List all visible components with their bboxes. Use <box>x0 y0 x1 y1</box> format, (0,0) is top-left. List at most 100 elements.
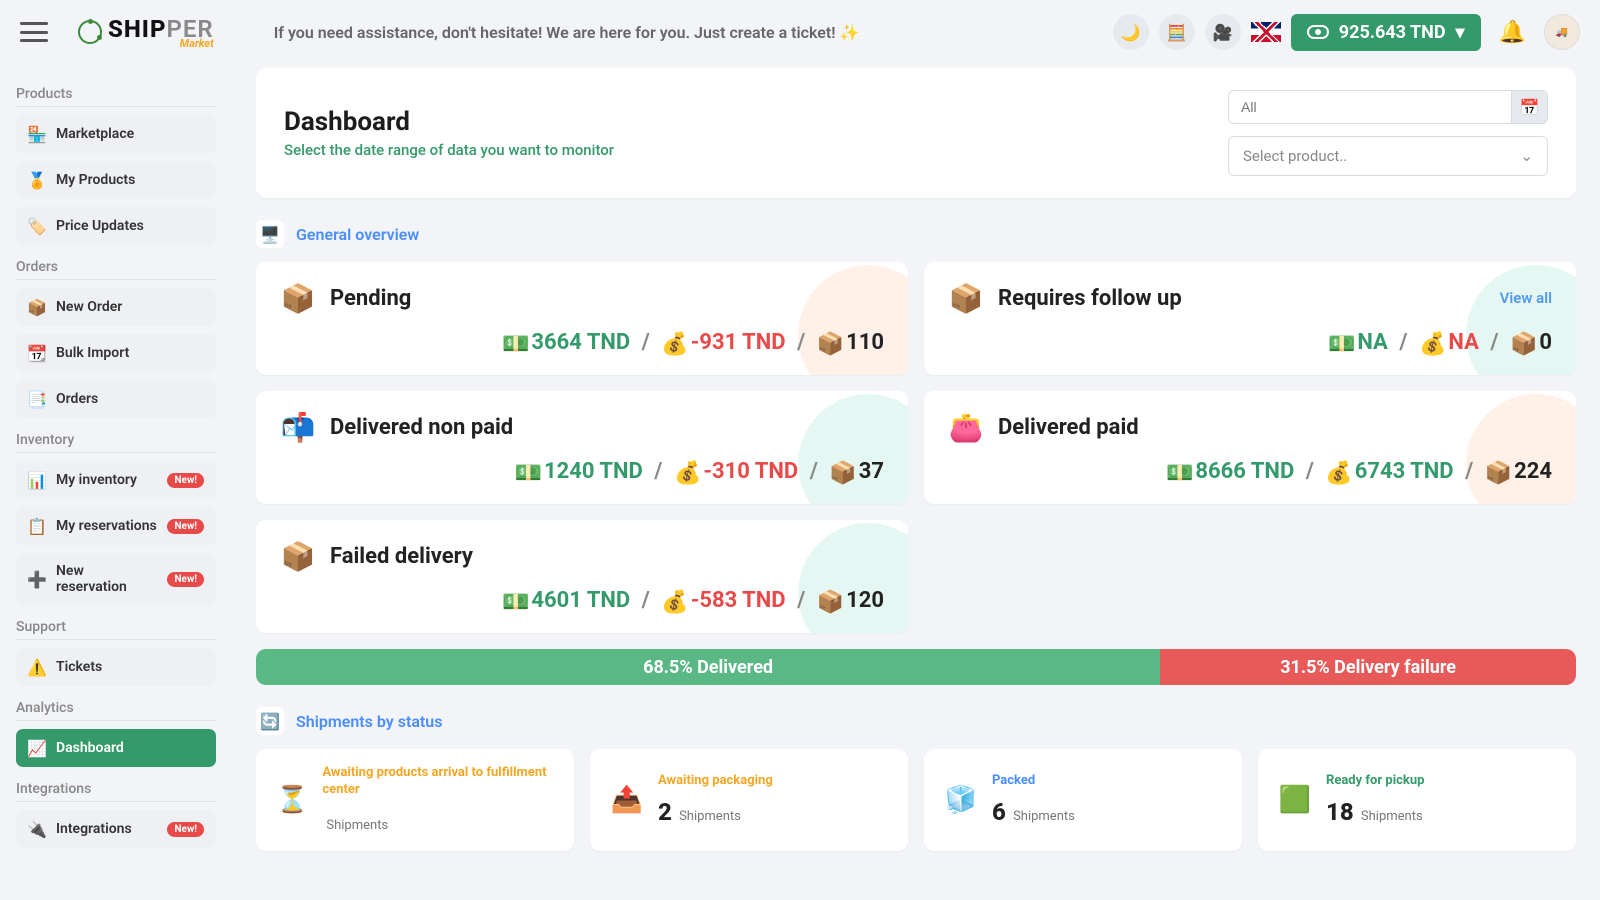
sidebar-group-title: Orders <box>16 259 216 280</box>
language-flag[interactable] <box>1251 22 1281 42</box>
sidebar-item-icon: 📆 <box>28 344 46 362</box>
box-icon: 📦 <box>817 332 844 357</box>
video-icon[interactable]: 🎥 <box>1205 14 1241 50</box>
sidebar-item-orders[interactable]: 📑 Orders <box>16 380 216 418</box>
box-icon: 📦 <box>1485 461 1512 486</box>
sidebar-item-label: Orders <box>56 391 98 407</box>
sidebar-item-integrations[interactable]: 🔌IntegrationsNew! <box>16 810 216 848</box>
dashboard-header: Dashboard Select the date range of data … <box>256 68 1576 198</box>
status-card-awaiting-packaging[interactable]: 📤 Awaiting packaging 2 Shipments <box>590 749 908 851</box>
sidebar-item-bulk-import[interactable]: 📆 Bulk Import <box>16 334 216 372</box>
sidebar-item-icon: 📈 <box>28 739 46 757</box>
card-icon: 📦 <box>280 280 316 316</box>
sidebar-item-my-inventory[interactable]: 📊 My inventory New! <box>16 461 216 499</box>
card-value-1: NA <box>1357 330 1388 355</box>
logo[interactable]: SHIPPER Market <box>78 15 214 50</box>
sidebar-item-my-reservations[interactable]: 📋My reservationsNew! <box>16 507 216 545</box>
sidebar-item-new-reservation[interactable]: ➕ New reservation New! <box>16 553 216 605</box>
new-badge: New! <box>167 519 204 534</box>
product-select[interactable]: Select product.. ⌄ <box>1228 136 1548 176</box>
status-icon: 🟩 <box>1278 785 1312 815</box>
status-card-awaiting-products-arriva[interactable]: ⏳ Awaiting products arrival to fulfillme… <box>256 749 574 851</box>
card-icon: 📬 <box>280 409 316 445</box>
overview-card-delivered-paid[interactable]: 👛 Delivered paid 💵8666 TND / 💰6743 TND /… <box>924 391 1576 504</box>
chevron-down-icon: ▾ <box>1456 22 1465 43</box>
sidebar-item-icon: ➕ <box>28 570 46 588</box>
bag-icon: 💰 <box>1325 461 1352 486</box>
sidebar-item-label: Tickets <box>56 659 102 675</box>
sidebar-item-label: Dashboard <box>56 740 124 756</box>
status-title: Awaiting packaging <box>658 773 773 790</box>
sidebar-item-icon: 📑 <box>28 390 46 408</box>
status-count: 2 <box>658 798 672 826</box>
sidebar-item-dashboard[interactable]: 📈 Dashboard <box>16 729 216 767</box>
status-title: Ready for pickup <box>1326 773 1424 790</box>
status-count: 18 <box>1326 798 1354 826</box>
overview-card-failed-delivery[interactable]: 📦 Failed delivery 💵4601 TND / 💰-583 TND … <box>256 520 908 633</box>
card-title: Delivered non paid <box>330 415 513 440</box>
status-label: Shipments <box>1358 809 1423 824</box>
card-value-3: 0 <box>1539 330 1552 355</box>
box-icon: 📦 <box>817 590 844 615</box>
card-title: Delivered paid <box>998 415 1139 440</box>
sidebar-item-label: My Products <box>56 172 135 188</box>
hamburger-menu[interactable] <box>20 22 48 42</box>
sidebar-item-marketplace[interactable]: 🏪Marketplace <box>16 115 216 153</box>
sidebar-item-label: Bulk Import <box>56 345 129 361</box>
overview-card-delivered-non-paid[interactable]: 📬 Delivered non paid 💵1240 TND / 💰-310 T… <box>256 391 908 504</box>
box-icon: 📦 <box>1510 332 1537 357</box>
sidebar-item-icon: 🔌 <box>28 820 46 838</box>
sidebar-item-icon: 🏷️ <box>28 217 46 235</box>
sidebar-item-label: New Order <box>56 299 122 315</box>
new-badge: New! <box>167 572 204 587</box>
card-title: Failed delivery <box>330 544 473 569</box>
shipments-section-icon: 🔄 <box>256 707 284 735</box>
card-value-3: 110 <box>846 330 884 355</box>
sidebar-group-title: Analytics <box>16 700 216 721</box>
sidebar-item-label: My inventory <box>56 472 137 488</box>
sidebar-group-title: Integrations <box>16 781 216 802</box>
sidebar-item-label: New reservation <box>56 563 157 595</box>
sidebar-item-icon: 📊 <box>28 471 46 489</box>
overview-card-requires-follow-up[interactable]: 📦 Requires follow up View all 💵NA / 💰NA … <box>924 262 1576 375</box>
failure-bar: 31.5% Delivery failure <box>1160 649 1576 685</box>
card-icon: 📦 <box>280 538 316 574</box>
date-filter-input[interactable] <box>1228 90 1512 124</box>
money-icon: 💵 <box>515 461 542 486</box>
theme-toggle-icon[interactable]: 🌙 <box>1113 14 1149 50</box>
status-icon: 📤 <box>610 785 644 815</box>
new-badge: New! <box>167 473 204 488</box>
sidebar-item-my-products[interactable]: 🏅 My Products <box>16 161 216 199</box>
card-value-3: 224 <box>1514 459 1552 484</box>
balance-button[interactable]: 925.643 TND ▾ <box>1291 14 1481 51</box>
page-subtitle: Select the date range of data you want t… <box>284 141 614 159</box>
status-count: 6 <box>992 798 1006 826</box>
sidebar-item-price-updates[interactable]: 🏷️Price Updates <box>16 207 216 245</box>
delivered-bar: 68.5% Delivered <box>256 649 1160 685</box>
money-icon: 💵 <box>502 590 529 615</box>
sidebar-item-tickets[interactable]: ⚠️Tickets <box>16 648 216 686</box>
sidebar-item-new-order[interactable]: 📦New Order <box>16 288 216 326</box>
status-title: Awaiting products arrival to fulfillment… <box>322 765 554 799</box>
avatar[interactable]: 🚚 <box>1544 14 1580 50</box>
calendar-icon[interactable]: 📅 <box>1512 90 1548 124</box>
sidebar-item-icon: 🏅 <box>28 171 46 189</box>
card-value-2: -310 TND <box>703 459 798 484</box>
status-label: Shipments <box>676 809 741 824</box>
bag-icon: 💰 <box>674 461 701 486</box>
status-card-packed[interactable]: 🧊 Packed 6 Shipments <box>924 749 1242 851</box>
notifications-icon[interactable]: 🔔 <box>1499 20 1526 45</box>
sidebar-group-title: Inventory <box>16 432 216 453</box>
sidebar-item-label: Marketplace <box>56 126 134 142</box>
box-icon: 📦 <box>829 461 856 486</box>
status-card-ready-for-pickup[interactable]: 🟩 Ready for pickup 18 Shipments <box>1258 749 1576 851</box>
product-select-placeholder: Select product.. <box>1243 147 1347 165</box>
overview-section-icon: 🖥️ <box>256 220 284 248</box>
status-title: Packed <box>992 773 1075 790</box>
card-value-1: 1240 TND <box>544 459 643 484</box>
money-icon: 💵 <box>1166 461 1193 486</box>
bag-icon: 💰 <box>661 590 688 615</box>
calculator-icon[interactable]: 🧮 <box>1159 14 1195 50</box>
money-icon: 💵 <box>502 332 529 357</box>
overview-card-pending[interactable]: 📦 Pending 💵3664 TND / 💰-931 TND / 📦110 <box>256 262 908 375</box>
